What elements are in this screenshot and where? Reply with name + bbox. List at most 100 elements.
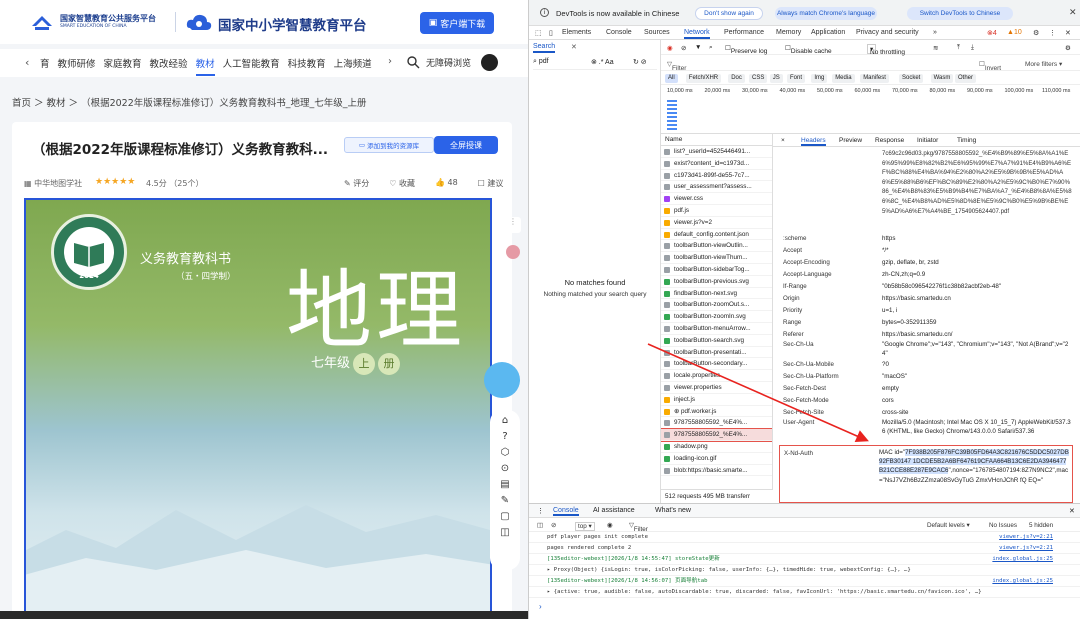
invert-checkbox[interactable]: ☐ Invert: [979, 60, 1001, 72]
header-value[interactable]: https: [882, 234, 1072, 243]
search-tab[interactable]: Search: [533, 43, 556, 53]
request-row[interactable]: loading-icon.gif: [661, 453, 772, 465]
tab-whats-new[interactable]: What's new: [655, 507, 691, 514]
console-source-link[interactable]: viewer.js?v=2:21: [999, 543, 1053, 553]
type-filter-chip[interactable]: Img: [811, 74, 828, 83]
request-row[interactable]: 9787558805592_%E4%...: [661, 428, 772, 442]
tab-privacy[interactable]: Privacy and security: [856, 29, 919, 36]
clear-console-icon[interactable]: ⊘: [551, 522, 556, 529]
type-filter-chip[interactable]: Socket: [899, 74, 924, 83]
type-filter-chip[interactable]: CSS: [749, 74, 768, 83]
tab-ai-assistance[interactable]: AI assistance: [593, 507, 635, 514]
console-source-link[interactable]: index.global.js:25: [992, 554, 1053, 564]
filter-input[interactable]: ▽ Filter: [667, 60, 907, 72]
header-value[interactable]: ?0: [882, 360, 1072, 369]
type-filter-chip[interactable]: JS: [769, 74, 783, 83]
request-row[interactable]: viewer.css: [661, 193, 772, 205]
request-row[interactable]: shadow.png: [661, 441, 772, 453]
favorite-button[interactable]: ♡ 收藏: [389, 178, 415, 189]
record-icon[interactable]: ◉: [667, 44, 673, 52]
side-tool-icon[interactable]: ▤: [490, 479, 520, 490]
tab-memory[interactable]: Memory: [776, 29, 801, 36]
nav-prev-icon[interactable]: ‹: [25, 56, 29, 69]
tab-console[interactable]: Console: [606, 29, 632, 36]
suggest-button[interactable]: ☐ 建议: [478, 178, 504, 189]
search-input[interactable]: ⌕ pdf ⊗ .* Aa ↻ ⊘: [533, 58, 657, 70]
close-drawer-icon[interactable]: ✕: [1069, 507, 1075, 515]
tab-performance[interactable]: Performance: [724, 29, 764, 36]
request-row[interactable]: toolbarButton-previous.svg: [661, 276, 772, 288]
request-row[interactable]: default_config.content.json: [661, 229, 772, 241]
header-value[interactable]: cors: [882, 396, 1072, 405]
header-value[interactable]: Mozilla/5.0 (Macintosh; Intel Mac OS X 1…: [882, 418, 1072, 436]
name-column-header[interactable]: Name: [661, 134, 772, 146]
close-devtools-icon[interactable]: ✕: [1065, 29, 1071, 37]
header-value[interactable]: */*: [882, 246, 1072, 255]
header-value[interactable]: bytes=0-352911359: [882, 318, 1072, 327]
filter-icon[interactable]: ▼: [695, 44, 701, 51]
header-value[interactable]: https://basic.smartedu.cn: [882, 294, 1072, 303]
scroll-top-icon[interactable]: ⋮: [505, 217, 521, 233]
search-network-icon[interactable]: ⌕: [709, 44, 713, 52]
error-count[interactable]: ⊗4: [987, 29, 997, 37]
request-row[interactable]: findbarButton-next.svg: [661, 288, 772, 300]
request-row[interactable]: blob:https://basic.smarte...: [661, 465, 772, 477]
request-row[interactable]: toolbarButton-presentati...: [661, 347, 772, 359]
type-filter-chip[interactable]: Font: [787, 74, 806, 83]
header-value[interactable]: gzip, deflate, br, zstd: [882, 258, 1072, 267]
tab-sources[interactable]: Sources: [644, 29, 670, 36]
request-row[interactable]: toolbarButton-viewThum...: [661, 252, 772, 264]
tab-application[interactable]: Application: [811, 29, 845, 36]
side-tool-icon[interactable]: ?: [490, 431, 520, 442]
eye-icon[interactable]: ◉: [607, 522, 613, 529]
side-tool-icon[interactable]: ◫: [490, 527, 520, 538]
nav-item[interactable]: 育: [40, 56, 50, 76]
header-value[interactable]: u=1, i: [882, 306, 1072, 315]
tab-network[interactable]: Network: [684, 29, 710, 39]
type-filter-chip[interactable]: Fetch/XHR: [685, 74, 722, 83]
tab-response[interactable]: Response: [875, 137, 904, 144]
disable-cache-checkbox[interactable]: ☐ Disable cache: [785, 44, 832, 55]
header-value[interactable]: zh-CN,zh;q=0.9: [882, 270, 1072, 279]
type-filter-chip[interactable]: Wasm: [930, 74, 954, 83]
tab-elements[interactable]: Elements: [562, 29, 591, 36]
like-button[interactable]: 👍 48: [435, 178, 458, 189]
request-row[interactable]: ⊕ pdf.worker.js: [661, 406, 772, 418]
nav-item[interactable]: 教改经验: [150, 56, 188, 76]
request-row[interactable]: pdf.js: [661, 205, 772, 217]
type-filter-chip[interactable]: Doc: [728, 74, 745, 83]
drawer-menu-icon[interactable]: ⋮: [537, 507, 544, 515]
nav-item[interactable]: 上海频道: [334, 56, 372, 76]
close-icon[interactable]: ✕: [1069, 7, 1077, 18]
request-row[interactable]: locale.properties: [661, 370, 772, 382]
more-tabs-icon[interactable]: »: [933, 29, 937, 36]
tab-console-drawer[interactable]: Console: [553, 507, 579, 516]
add-to-library-button[interactable]: ▭ 添加到我的资源库: [344, 137, 434, 153]
inspect-icon[interactable]: ⬚: [535, 29, 542, 37]
wifi-icon[interactable]: ≋: [933, 44, 938, 52]
side-tool-icon[interactable]: ⊙: [490, 463, 520, 474]
network-timeline[interactable]: 10,000 ms 20,000 ms 30,000 ms 40,000 ms 50,0…: [661, 86, 1080, 134]
side-tool-icon[interactable]: ⬡: [490, 447, 520, 458]
device-toggle-icon[interactable]: ▯: [549, 29, 553, 37]
tab-headers[interactable]: Headers: [801, 137, 826, 146]
tab-preview[interactable]: Preview: [839, 137, 862, 144]
console-source-link[interactable]: viewer.js?v=2:21: [999, 532, 1053, 542]
more-filters-button[interactable]: More filters ▾: [1025, 60, 1062, 68]
type-filter-chip[interactable]: Media: [832, 74, 855, 83]
request-row[interactable]: toolbarButton-viewOutlin...: [661, 240, 772, 253]
nav-item[interactable]: 家庭教育: [104, 56, 142, 76]
platform-logo-icon[interactable]: [30, 12, 54, 32]
search-icon[interactable]: [406, 55, 420, 69]
fullscreen-teach-button[interactable]: 全屏授课: [434, 136, 498, 154]
type-filter-chip[interactable]: All: [665, 74, 678, 83]
brand-main-title[interactable]: 国家中小学智慧教育平台: [218, 14, 367, 34]
request-row[interactable]: user_assessment?assess...: [661, 181, 772, 194]
request-row[interactable]: list?_userId=4525446491...: [661, 146, 772, 158]
nav-item[interactable]: 教材: [195, 56, 215, 76]
import-icon[interactable]: ⤒: [957, 44, 960, 52]
console-prompt[interactable]: ›: [539, 602, 542, 611]
request-row[interactable]: 9787558805592_%E4%...: [661, 417, 772, 430]
sidebar-toggle-icon[interactable]: ◫: [537, 522, 543, 529]
request-row[interactable]: toolbarButton-search.svg: [661, 335, 772, 347]
